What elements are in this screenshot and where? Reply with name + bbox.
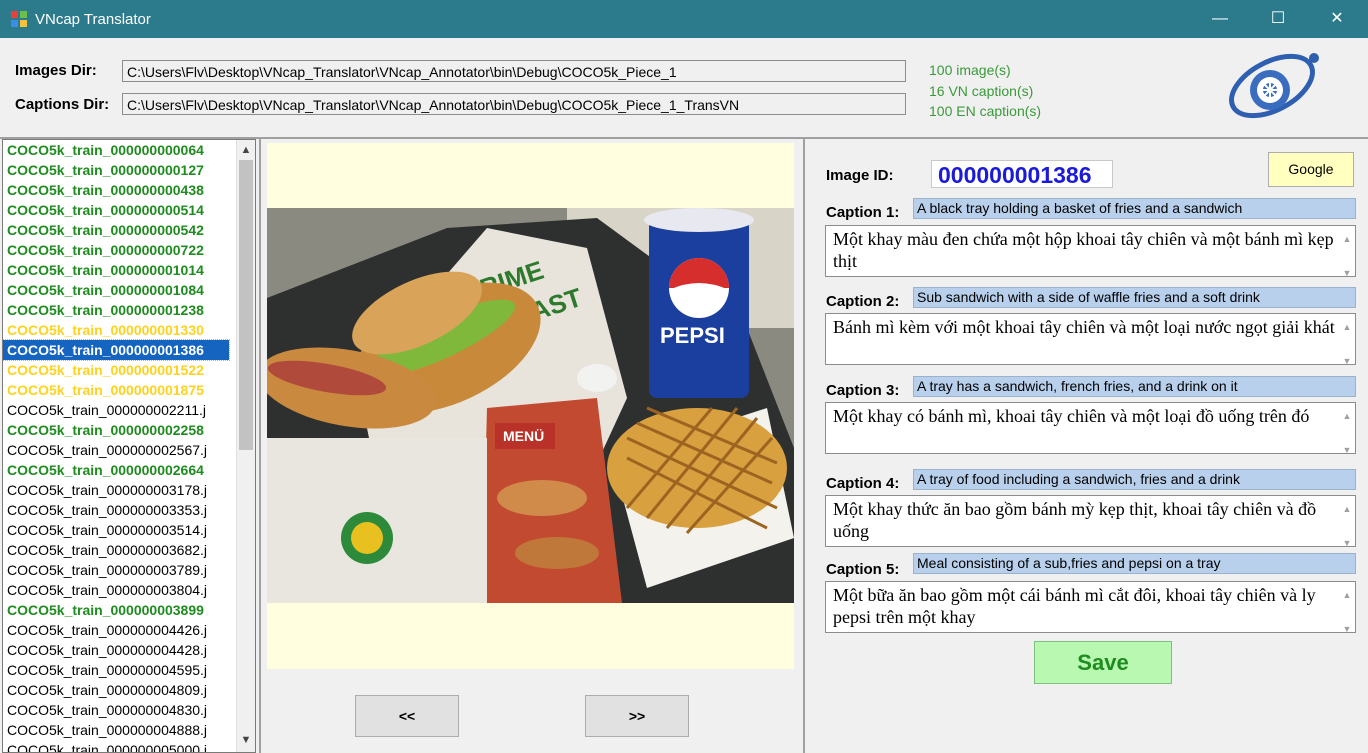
list-item[interactable]: COCO5k_train_000000000438	[3, 180, 229, 200]
list-item[interactable]: COCO5k_train_000000000542	[3, 220, 229, 240]
file-list[interactable]: COCO5k_train_000000000064 COCO5k_train_00…	[2, 139, 256, 753]
caption-2-label: Caption 2:	[826, 293, 900, 310]
caption-1-scroll-up-icon[interactable]: ▲	[1341, 228, 1353, 250]
list-item[interactable]: COCO5k_train_000000001875	[3, 380, 229, 400]
caption-2-en[interactable]: Sub sandwich with a side of waffle fries…	[913, 287, 1356, 308]
window-title: VNcap Translator	[35, 11, 151, 28]
list-item[interactable]: COCO5k_train_000000004595.j	[3, 660, 229, 680]
list-item[interactable]: COCO5k_train_000000003899	[3, 600, 229, 620]
caption-4-scroll-down-icon[interactable]: ▼	[1341, 532, 1353, 546]
caption-3-vn[interactable]: Một khay có bánh mì, khoai tây chiên và …	[825, 402, 1356, 454]
caption-1-vn[interactable]: Một khay màu đen chứa một hộp khoai tây …	[825, 225, 1356, 277]
prev-button[interactable]: <<	[355, 695, 459, 737]
image-viewer: PRIME ROAST PEPSI MENÜ	[267, 143, 794, 669]
list-item[interactable]: COCO5k_train_000000002211.j	[3, 400, 229, 420]
list-item[interactable]: COCO5k_train_000000000514	[3, 200, 229, 220]
list-item[interactable]: COCO5k_train_000000004428.j	[3, 640, 229, 660]
images-dir-field[interactable]: C:\Users\Flv\Desktop\VNcap_Translator\VN…	[122, 60, 906, 82]
caption-4-label: Caption 4:	[826, 475, 900, 492]
list-item[interactable]: COCO5k_train_000000000722	[3, 240, 229, 260]
title-bar: VNcap Translator — ☐ ✕	[0, 0, 1368, 38]
caption-3-en[interactable]: A tray has a sandwich, french fries, and…	[913, 376, 1356, 397]
scroll-down-icon[interactable]: ▼	[237, 732, 255, 749]
list-item[interactable]: COCO5k_train_000000000127	[3, 160, 229, 180]
caption-4-vn-text: Một khay thức ăn bao gồm bánh mỳ kẹp thị…	[833, 499, 1317, 541]
list-item[interactable]: COCO5k_train_000000001330	[3, 320, 229, 340]
list-item[interactable]: COCO5k_train_000000004809.j	[3, 680, 229, 700]
caption-5-scroll-up-icon[interactable]: ▲	[1341, 584, 1353, 606]
list-item[interactable]: COCO5k_train_000000000064	[3, 140, 229, 160]
scroll-up-icon[interactable]: ▲	[237, 142, 255, 159]
caption-3-scroll-up-icon[interactable]: ▲	[1341, 405, 1353, 427]
caption-2-scroll-down-icon[interactable]: ▼	[1341, 350, 1353, 364]
list-item[interactable]: COCO5k_train_000000001014	[3, 260, 229, 280]
menu-text: MENÜ	[503, 428, 544, 444]
close-button[interactable]: ✕	[1308, 0, 1366, 38]
list-item[interactable]: COCO5k_train_000000004888.j	[3, 720, 229, 740]
image-id-label: Image ID:	[826, 167, 894, 184]
logo-icon	[1229, 53, 1319, 119]
food-photo: PRIME ROAST PEPSI MENÜ	[267, 208, 794, 603]
list-item[interactable]: COCO5k_train_000000003178.j	[3, 480, 229, 500]
caption-4-vn[interactable]: Một khay thức ăn bao gồm bánh mỳ kẹp thị…	[825, 495, 1356, 547]
caption-1-vn-text: Một khay màu đen chứa một hộp khoai tây …	[833, 229, 1334, 271]
list-item[interactable]: COCO5k_train_000000002567.j	[3, 440, 229, 460]
vn-caption-count: 16 VN caption(s)	[929, 83, 1034, 99]
caption-5-en[interactable]: Meal consisting of a sub,fries and pepsi…	[913, 553, 1356, 574]
caption-4-scroll-up-icon[interactable]: ▲	[1341, 498, 1353, 520]
list-item-selected[interactable]: COCO5k_train_000000001386	[3, 339, 230, 361]
list-item[interactable]: COCO5k_train_000000002664	[3, 460, 229, 480]
list-item[interactable]: COCO5k_train_000000004830.j	[3, 700, 229, 720]
caption-3-vn-text: Một khay có bánh mì, khoai tây chiên và …	[833, 406, 1310, 426]
list-item[interactable]: COCO5k_train_000000003789.j	[3, 560, 229, 580]
caption-5-vn[interactable]: Một bữa ăn bao gồm một cái bánh mì cắt đ…	[825, 581, 1356, 633]
list-item[interactable]: COCO5k_train_000000003514.j	[3, 520, 229, 540]
caption-3-label: Caption 3:	[826, 382, 900, 399]
list-item[interactable]: COCO5k_train_000000003804.j	[3, 580, 229, 600]
caption-5-scroll-down-icon[interactable]: ▼	[1341, 618, 1353, 632]
scroll-thumb[interactable]	[239, 160, 253, 450]
save-button[interactable]: Save	[1034, 641, 1172, 684]
next-button[interactable]: >>	[585, 695, 689, 737]
image-id-field[interactable]: 000000001386	[931, 160, 1113, 188]
list-item[interactable]: COCO5k_train_000000001522	[3, 360, 229, 380]
list-item[interactable]: COCO5k_train_000000002258	[3, 420, 229, 440]
list-item[interactable]: COCO5k_train_000000003353.j	[3, 500, 229, 520]
caption-2-vn[interactable]: Bánh mì kèm với một khoai tây chiên và m…	[825, 313, 1356, 365]
caption-3-scroll-down-icon[interactable]: ▼	[1341, 439, 1353, 453]
caption-1-label: Caption 1:	[826, 204, 900, 221]
en-caption-count: 100 EN caption(s)	[929, 103, 1042, 119]
pepsi-text: PEPSI	[660, 323, 725, 348]
list-item[interactable]: COCO5k_train_000000001084	[3, 280, 229, 300]
list-item[interactable]: COCO5k_train_000000004426.j	[3, 620, 229, 640]
list-item[interactable]: COCO5k_train_000000003682.j	[3, 540, 229, 560]
right-divider	[803, 139, 805, 753]
google-translate-button[interactable]: Google	[1268, 152, 1354, 187]
caption-4-en[interactable]: A tray of food including a sandwich, fri…	[913, 469, 1356, 490]
minimize-button[interactable]: —	[1191, 0, 1249, 38]
caption-2-vn-text: Bánh mì kèm với một khoai tây chiên và m…	[833, 317, 1335, 337]
list-scrollbar[interactable]: ▲ ▼	[236, 140, 255, 752]
caption-5-label: Caption 5:	[826, 561, 900, 578]
caption-1-en[interactable]: A black tray holding a basket of fries a…	[913, 198, 1356, 219]
list-item[interactable]: COCO5k_train_000000001238	[3, 300, 229, 320]
images-dir-label: Images Dir:	[15, 62, 97, 79]
caption-2-scroll-up-icon[interactable]: ▲	[1341, 316, 1353, 338]
captions-dir-field[interactable]: C:\Users\Flv\Desktop\VNcap_Translator\VN…	[122, 93, 906, 115]
captions-dir-label: Captions Dir:	[15, 96, 110, 113]
left-divider	[259, 139, 261, 753]
caption-5-vn-text: Một bữa ăn bao gồm một cái bánh mì cắt đ…	[833, 585, 1316, 627]
list-item[interactable]: COCO5k_train_000000005000.j	[3, 740, 229, 752]
image-count: 100 image(s)	[929, 62, 1011, 78]
caption-1-scroll-down-icon[interactable]: ▼	[1341, 262, 1353, 276]
app-icon	[11, 11, 27, 27]
maximize-button[interactable]: ☐	[1249, 0, 1307, 38]
